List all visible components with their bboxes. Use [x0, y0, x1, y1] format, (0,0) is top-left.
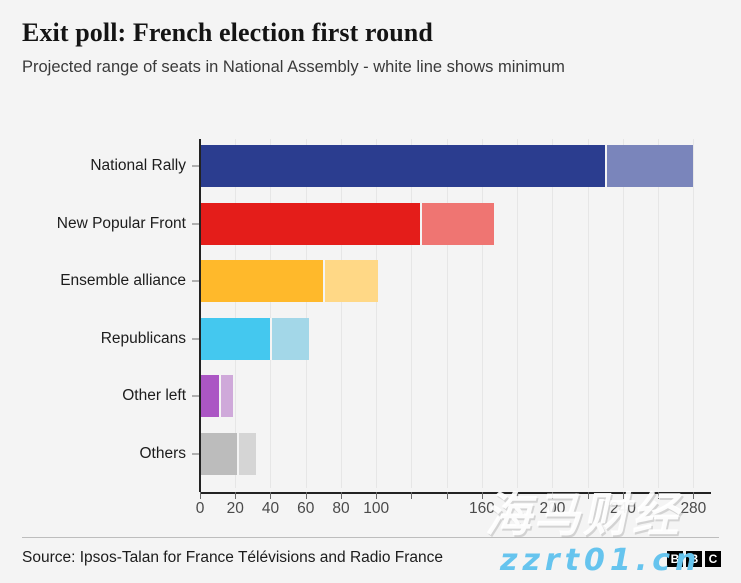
x-axis-tick-label: 160 [468, 500, 495, 517]
x-axis-tick [340, 492, 342, 499]
x-axis-tick [446, 492, 448, 499]
y-axis-tick [192, 165, 199, 167]
y-axis-tick [192, 338, 199, 339]
footer-divider [22, 537, 719, 538]
x-axis-tick-label: 20 [226, 500, 244, 517]
bbc-logo-letter: B [667, 551, 683, 567]
bbc-logo: BBC [667, 551, 721, 567]
x-axis-tick-label: 200 [539, 500, 566, 517]
category-label: National Rally [90, 157, 186, 174]
x-axis-line [200, 492, 711, 494]
y-axis-tick [192, 223, 199, 224]
y-axis-tick [192, 280, 199, 282]
bbc-logo-letter: C [705, 551, 721, 567]
category-label: Other left [122, 387, 186, 404]
y-axis-line [199, 139, 201, 492]
category-label: New Popular Front [56, 214, 186, 232]
x-axis-tick-label: 60 [297, 500, 315, 517]
x-axis-tick-label: 40 [261, 500, 280, 517]
x-axis-tick-label: 280 [680, 500, 707, 517]
x-axis-tick-label: 0 [195, 500, 205, 517]
plot-area: 0 20 40 60 80 100 160 200 240 280 National Rally Ne… [0, 0, 741, 583]
category-label: Republicans [100, 329, 186, 347]
chart-container: Exit poll: French election first round P… [0, 0, 741, 583]
x-axis-tick-label: 240 [609, 500, 636, 517]
category-label: Others [139, 444, 186, 462]
bbc-logo-letter: B [686, 551, 702, 567]
source-note: Source: Ipsos-Talan for France Télévisio… [22, 549, 444, 566]
y-axis-tick [192, 395, 199, 397]
x-axis-tick [587, 492, 589, 499]
y-axis-tick [192, 453, 199, 454]
x-axis-tick-label: 80 [332, 500, 350, 517]
axes: 0 20 40 60 80 100 160 200 240 280 National Rally Ne… [0, 0, 741, 583]
x-axis-tick [693, 492, 695, 499]
x-axis-tick-label: 100 [363, 500, 390, 517]
category-label: Ensemble alliance [60, 272, 186, 289]
x-axis-tick [270, 492, 272, 499]
x-axis-tick [622, 492, 624, 499]
x-axis-tick [411, 492, 413, 499]
x-axis-tick [305, 492, 307, 499]
x-axis-tick [658, 492, 660, 499]
x-axis-tick [517, 492, 519, 499]
x-axis-tick [376, 492, 378, 499]
x-axis-tick [481, 492, 483, 499]
x-axis-tick [552, 492, 554, 499]
x-axis-tick [235, 492, 237, 499]
x-axis-tick [200, 492, 201, 499]
